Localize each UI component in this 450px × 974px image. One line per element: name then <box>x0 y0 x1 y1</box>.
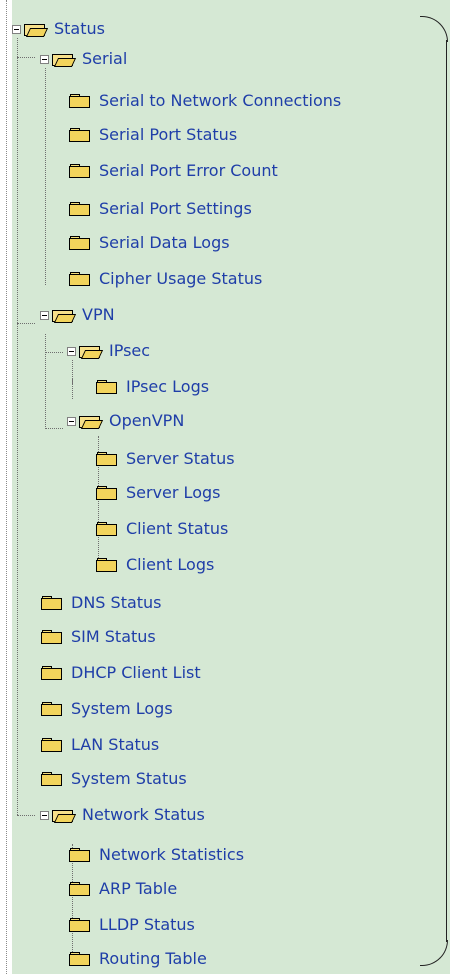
tree-node-label: Serial <box>82 49 128 68</box>
minus-box-icon[interactable] <box>67 346 76 356</box>
tree-leaf-label: Client Logs <box>126 555 215 574</box>
tree-leaf-label: SIM Status <box>71 627 156 646</box>
tree-leaf-label: LLDP Status <box>99 915 195 934</box>
tree-node-status[interactable]: Status <box>12 14 105 44</box>
tree-leaf-label: IPsec Logs <box>126 377 210 396</box>
tree-leaf-client-status[interactable]: Client Status <box>96 514 228 544</box>
minus-box-icon[interactable] <box>67 416 76 426</box>
tree-leaf-label: Serial Port Settings <box>99 199 252 218</box>
tree-leaf-label: Serial to Network Connections <box>99 91 342 110</box>
folder-icon <box>96 380 118 394</box>
folder-icon <box>69 272 91 286</box>
folder-icon <box>41 772 63 786</box>
minus-box-icon[interactable] <box>12 24 21 34</box>
folder-icon <box>96 486 118 500</box>
folder-open-icon <box>52 52 77 67</box>
tree-leaf-lan-status[interactable]: LAN Status <box>41 730 159 760</box>
folder-open-icon <box>24 22 49 37</box>
tree-leaf-serial-port-status[interactable]: Serial Port Status <box>69 120 237 150</box>
folder-icon <box>41 702 63 716</box>
tree-leaf-lldp-status[interactable]: LLDP Status <box>69 910 195 940</box>
tree-leaf-label: Cipher Usage Status <box>99 269 263 288</box>
folder-icon <box>41 630 63 644</box>
folder-icon <box>69 236 91 250</box>
tree-leaf-dns-status[interactable]: DNS Status <box>41 588 162 618</box>
tree-leaf-label: DNS Status <box>71 593 162 612</box>
tree-connector <box>45 352 63 353</box>
tree-leaf-sim-status[interactable]: SIM Status <box>41 622 156 652</box>
tree-leaf-network-statistics[interactable]: Network Statistics <box>69 840 244 870</box>
tree-connector <box>72 378 73 384</box>
tree-connector <box>17 57 35 58</box>
minus-box-icon[interactable] <box>40 310 49 320</box>
minus-box-icon[interactable] <box>40 54 49 64</box>
tree-connector <box>45 334 46 429</box>
outer-connector-line <box>6 0 7 974</box>
tree-leaf-cipher-usage-status[interactable]: Cipher Usage Status <box>69 264 262 294</box>
tree-leaf-serial-port-settings[interactable]: Serial Port Settings <box>69 194 252 224</box>
tree-node-label: VPN <box>82 305 115 324</box>
tree-leaf-label: System Logs <box>71 699 173 718</box>
tree-leaf-routing-table[interactable]: Routing Table <box>69 944 207 974</box>
tree-node-ipsec[interactable]: IPsec <box>67 336 150 366</box>
tree-node-vpn[interactable]: VPN <box>40 300 115 330</box>
tree-leaf-ipsec-logs[interactable]: IPsec Logs <box>96 372 209 402</box>
tree-leaf-label: ARP Table <box>99 879 178 898</box>
tree-leaf-serial-to-network-connections[interactable]: Serial to Network Connections <box>69 86 341 116</box>
folder-icon <box>69 848 91 862</box>
tree-leaf-server-status[interactable]: Server Status <box>96 444 235 474</box>
tree-node-label: IPsec <box>109 341 151 360</box>
tree-leaf-label: Serial Data Logs <box>99 233 230 252</box>
tree-leaf-label: Network Statistics <box>99 845 245 864</box>
tree-leaf-label: Serial Port Error Count <box>99 161 278 180</box>
tree-node-label: Network Status <box>82 805 205 824</box>
folder-icon <box>69 128 91 142</box>
tree-leaf-serial-data-logs[interactable]: Serial Data Logs <box>69 228 230 258</box>
folder-open-icon <box>52 308 77 323</box>
tree-leaf-dhcp-client-list[interactable]: DHCP Client List <box>41 658 201 688</box>
tree-connector <box>17 38 18 815</box>
folder-icon <box>69 952 91 966</box>
folder-open-icon <box>79 414 104 429</box>
folder-open-icon <box>52 808 77 823</box>
status-tree-panel: Status Serial Serial to Network Connecti… <box>0 0 450 974</box>
folder-icon <box>69 882 91 896</box>
tree-connector <box>45 68 46 285</box>
folder-icon <box>41 596 63 610</box>
tree-node-label: OpenVPN <box>109 411 185 430</box>
folder-icon <box>96 558 118 572</box>
folder-icon <box>96 452 118 466</box>
tree-connector <box>17 323 35 324</box>
tree-leaf-system-status[interactable]: System Status <box>41 764 187 794</box>
folder-icon <box>96 522 118 536</box>
tree-leaf-label: Server Logs <box>126 483 221 502</box>
tree-leaf-label: Routing Table <box>99 949 207 968</box>
tree-leaf-label: Server Status <box>126 449 235 468</box>
tree-leaf-arp-table[interactable]: ARP Table <box>69 874 177 904</box>
tree-node-label: Status <box>54 19 105 38</box>
tree-leaf-serial-port-error-count[interactable]: Serial Port Error Count <box>69 156 278 186</box>
tree-leaf-system-logs[interactable]: System Logs <box>41 694 173 724</box>
minus-box-icon[interactable] <box>40 810 49 820</box>
folder-icon <box>69 94 91 108</box>
tree-leaf-label: System Status <box>71 769 187 788</box>
tree-node-openvpn[interactable]: OpenVPN <box>67 406 184 436</box>
tree-leaf-label: Client Status <box>126 519 229 538</box>
tree-leaf-client-logs[interactable]: Client Logs <box>96 550 214 580</box>
tree-node-network-status[interactable]: Network Status <box>40 800 205 830</box>
folder-icon <box>41 738 63 752</box>
folder-open-icon <box>79 344 104 359</box>
tree-leaf-label: LAN Status <box>71 735 160 754</box>
folder-icon <box>69 202 91 216</box>
tree-connector <box>17 815 35 816</box>
tree-leaf-server-logs[interactable]: Server Logs <box>96 478 220 508</box>
tree-leaf-label: DHCP Client List <box>71 663 201 682</box>
folder-icon <box>69 164 91 178</box>
bracket-line <box>446 40 447 942</box>
tree-leaf-label: Serial Port Status <box>99 125 238 144</box>
folder-icon <box>69 918 91 932</box>
tree-connector <box>45 428 63 429</box>
tree-node-serial[interactable]: Serial <box>40 44 127 74</box>
folder-icon <box>41 666 63 680</box>
